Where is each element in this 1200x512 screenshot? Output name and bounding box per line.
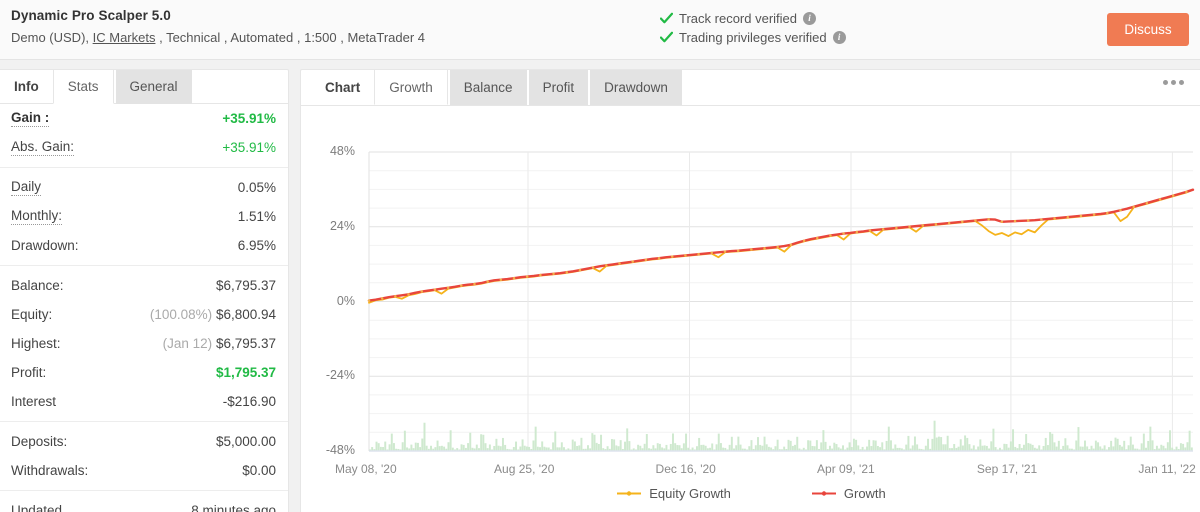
legend-swatch-icon <box>811 491 836 496</box>
y-axis-tick-label: 0% <box>336 293 355 308</box>
legend-swatch-icon <box>617 491 642 496</box>
profile-page: Dynamic Pro Scalper 5.0 Demo (USD), IC M… <box>0 0 1200 512</box>
tab-growth[interactable]: Growth <box>374 70 448 105</box>
stat-row: Interest -$216.90 <box>0 387 288 416</box>
stat-label: Deposits: <box>11 434 68 449</box>
y-axis-tick-label: 48% <box>329 144 355 158</box>
stat-label: Balance: <box>11 278 64 293</box>
legend-label: Growth <box>843 486 886 501</box>
y-axis-tick-label: 24% <box>329 218 355 233</box>
broker-link[interactable]: IC Markets <box>93 30 156 45</box>
stat-label[interactable]: Monthly: <box>11 208 63 225</box>
x-axis-tick-label: May 08, '20 <box>335 462 397 476</box>
stats-divider <box>0 421 288 422</box>
account-meta-pre: Demo (USD), <box>11 30 93 45</box>
stats-divider <box>0 490 288 491</box>
stat-value: +35.91% <box>222 111 276 126</box>
account-meta: Demo (USD), IC Markets , Technical , Aut… <box>11 30 425 45</box>
x-axis-tick-label: Apr 09, '21 <box>817 462 875 476</box>
stat-label: Interest <box>11 394 57 409</box>
stat-row: Gain : +35.91% <box>0 104 288 133</box>
tab-general[interactable]: General <box>115 70 192 104</box>
info-icon[interactable]: i <box>832 31 846 44</box>
x-axis-tick-label: Dec 16, '20 <box>655 462 716 476</box>
x-axis-tick-label: Aug 25, '20 <box>494 462 555 476</box>
stats-divider <box>0 265 288 266</box>
stat-value-amount: $6,800.94 <box>215 307 276 322</box>
stat-value: 6.95% <box>237 238 276 253</box>
stat-row: Highest: (Jan 12) $6,795.37 <box>0 329 288 358</box>
discuss-button[interactable]: Discuss <box>1107 13 1189 46</box>
stat-value: 0.05% <box>237 180 276 195</box>
ellipsis-icon[interactable] <box>1163 80 1184 85</box>
x-axis-tick-label: Jan 11, '22 <box>1138 462 1196 476</box>
stat-label: Withdrawals: <box>11 463 89 478</box>
stat-value-amount: $6,795.37 <box>215 336 276 351</box>
account-meta-post: , Technical , Automated , 1:500 , MetaTr… <box>155 30 426 45</box>
stat-row: Drawdown: 6.95% <box>0 231 288 260</box>
stat-value: $1,795.37 <box>215 365 276 380</box>
stat-value: (Jan 12) $6,795.37 <box>163 336 276 351</box>
stat-row: Monthly: 1.51% <box>0 202 288 231</box>
stat-value: 1.51% <box>237 209 276 224</box>
legend-item[interactable]: Growth <box>811 486 886 501</box>
tab-balance[interactable]: Balance <box>449 70 527 105</box>
growth-chart: Equity Growth Growth 48% 24% 0% -24% -48% May … <box>301 106 1200 512</box>
legend-label: Equity Growth <box>649 486 731 501</box>
stat-row: Withdrawals: $0.00 <box>0 456 288 485</box>
stat-value-prefix: (100.08%) <box>149 307 213 322</box>
stat-label[interactable]: Gain : <box>11 110 50 127</box>
page-title: Dynamic Pro Scalper 5.0 <box>11 8 171 23</box>
chart-section-label: Chart <box>325 80 361 95</box>
stat-row: Profit: $1,795.37 <box>0 358 288 387</box>
chart-card: Chart Growth Balance Profit Drawdown Equ… <box>300 69 1200 512</box>
info-icon[interactable]: i <box>803 12 816 25</box>
stat-value: 8 minutes ago <box>191 503 276 512</box>
stat-label[interactable]: Daily <box>11 179 42 196</box>
tab-profit[interactable]: Profit <box>528 70 589 105</box>
verification-list: Track record verified i Trading privileg… <box>660 9 846 47</box>
chart-tabs: Chart Growth Balance Profit Drawdown <box>301 70 1200 106</box>
check-icon <box>660 12 673 25</box>
tab-info[interactable]: Info <box>0 70 53 104</box>
stat-label: Equity: <box>11 307 53 322</box>
check-icon <box>660 31 673 44</box>
stats-list: Gain : +35.91% Abs. Gain: +35.91% Daily 0.05%… <box>0 104 288 512</box>
stat-label: Profit: <box>11 365 47 380</box>
chart-plot-area <box>367 151 1195 452</box>
stat-label: Updated <box>11 503 63 512</box>
stat-value: $6,795.37 <box>215 278 276 293</box>
stat-row: Abs. Gain: +35.91% <box>0 133 288 162</box>
verification-track-record: Track record verified i <box>660 9 846 28</box>
stat-label: Highest: <box>11 336 61 351</box>
stat-value-prefix: (Jan 12) <box>162 336 213 351</box>
x-axis-tick-label: Sep 17, '21 <box>976 462 1038 476</box>
legend-item[interactable]: Equity Growth <box>616 486 731 501</box>
stat-value: $0.00 <box>242 463 276 478</box>
stat-value: +35.91% <box>222 140 276 155</box>
stats-divider <box>0 167 288 168</box>
page-header: Dynamic Pro Scalper 5.0 Demo (USD), IC M… <box>0 0 1200 60</box>
verification-trading-privileges-label: Trading privileges verified <box>679 30 827 45</box>
chart-legend: Equity Growth Growth <box>301 486 1200 501</box>
stat-row: Equity: (100.08%) $6,800.94 <box>0 300 288 329</box>
stat-row: Deposits: $5,000.00 <box>0 427 288 456</box>
stat-label: Drawdown: <box>11 238 79 253</box>
stat-row: Balance: $6,795.37 <box>0 271 288 300</box>
stat-row: Daily 0.05% <box>0 173 288 202</box>
tab-drawdown[interactable]: Drawdown <box>590 70 682 105</box>
stats-sidebar: Info Stats General Gain : +35.91% Abs. Gai… <box>0 69 289 512</box>
verification-trading-privileges: Trading privileges verified i <box>660 28 846 47</box>
y-axis-tick-label: -48% <box>325 443 355 457</box>
stat-value: -$216.90 <box>222 394 276 409</box>
sidebar-tabs: Info Stats General <box>0 70 288 104</box>
stat-value: (100.08%) $6,800.94 <box>150 307 276 322</box>
stat-value: $5,000.00 <box>215 434 276 449</box>
tab-stats[interactable]: Stats <box>52 70 114 104</box>
y-axis-tick-label: -24% <box>325 368 355 383</box>
stat-row: Updated 8 minutes ago <box>0 496 288 512</box>
stat-label[interactable]: Abs. Gain: <box>11 139 75 156</box>
verification-track-record-label: Track record verified <box>679 11 797 26</box>
